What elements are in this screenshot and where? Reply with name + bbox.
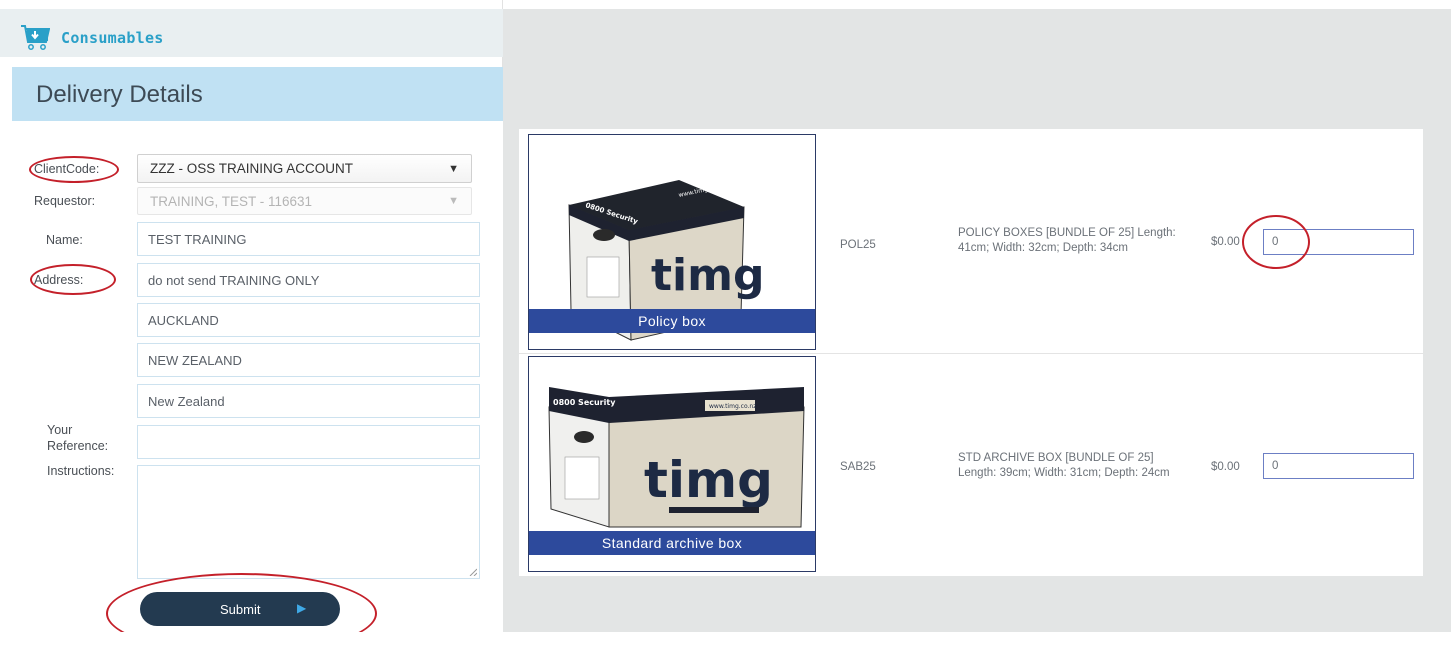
app-header: Consumables xyxy=(0,9,503,57)
instructions-textarea[interactable] xyxy=(137,465,480,579)
name-field[interactable]: TEST TRAINING xyxy=(137,222,480,256)
quantity-value: 0 xyxy=(1272,460,1279,472)
product-description: POLICY BOXES [BUNDLE OF 25] Length: 41cm… xyxy=(958,227,1176,254)
product-caption: Policy box xyxy=(529,309,815,333)
delivery-panel: Consumables Delivery Details ClientCode:… xyxy=(0,0,503,632)
product-code: SAB25 xyxy=(840,461,876,473)
your-reference-label-line2: Reference: xyxy=(47,439,109,453)
name-label: Name: xyxy=(46,233,83,247)
address-line-4-field[interactable]: New Zealand xyxy=(137,384,480,418)
delivery-form: ClientCode: ZZZ - OSS TRAINING ACCOUNT ▼… xyxy=(12,121,503,632)
submit-label: Submit xyxy=(220,602,261,617)
client-code-value: ZZZ - OSS TRAINING ACCOUNT xyxy=(150,161,354,176)
requestor-value: TRAINING, TEST - 116631 xyxy=(150,193,313,209)
address-line-3-value: NEW ZEALAND xyxy=(148,352,242,368)
bottom-strip xyxy=(0,632,1451,655)
app-title: Consumables xyxy=(61,29,164,47)
quantity-value: 0 xyxy=(1272,236,1279,248)
product-row: 0800 Security www.timg.co.nz timg Standa… xyxy=(519,354,1423,577)
consumables-page: Consumables Delivery Details ClientCode:… xyxy=(0,0,1451,655)
product-description: STD ARCHIVE BOX [BUNDLE OF 25] Length: 3… xyxy=(958,452,1170,479)
address-line-1-field[interactable]: do not send TRAINING ONLY xyxy=(137,263,480,297)
chevron-down-icon: ▼ xyxy=(448,195,459,207)
product-code: POL25 xyxy=(840,239,876,251)
address-line-1-value: do not send TRAINING ONLY xyxy=(148,272,320,288)
name-value: TEST TRAINING xyxy=(148,231,247,247)
address-line-3-field[interactable]: NEW ZEALAND xyxy=(137,343,480,377)
client-code-select[interactable]: ZZZ - OSS TRAINING ACCOUNT ▼ xyxy=(137,154,472,183)
client-code-label: ClientCode: xyxy=(34,162,100,176)
address-line-2-field[interactable]: AUCKLAND xyxy=(137,303,480,337)
play-arrow-icon: ▶ xyxy=(297,601,307,615)
your-reference-label-line1: Your xyxy=(47,423,73,437)
box-website-text: www.timg.co.nz xyxy=(709,403,756,410)
product-price: $0.00 xyxy=(1211,461,1240,473)
delivery-details-banner: Delivery Details xyxy=(12,67,503,121)
product-caption: Standard archive box xyxy=(529,531,815,555)
product-table: 0800 Security www.timg.co.nz timg Policy… xyxy=(519,129,1423,576)
your-reference-field[interactable] xyxy=(137,425,480,459)
box-security-text: 0800 Security xyxy=(553,398,616,407)
submit-button[interactable]: Submit ▶ xyxy=(140,592,340,626)
address-label: Address: xyxy=(34,273,84,287)
chevron-down-icon: ▼ xyxy=(448,162,459,175)
product-image[interactable]: 0800 Security www.timg.co.nz timg Standa… xyxy=(528,356,816,572)
page-title: Delivery Details xyxy=(36,81,203,108)
box-brand-text: timg xyxy=(651,250,764,301)
address-line-4-value: New Zealand xyxy=(148,393,225,409)
requestor-label: Requestor: xyxy=(34,194,96,208)
requestor-select[interactable]: TRAINING, TEST - 116631 ▼ xyxy=(137,187,472,215)
product-price: $0.00 xyxy=(1211,236,1240,248)
resize-grip-icon[interactable] xyxy=(469,568,477,576)
quantity-input[interactable]: 0 xyxy=(1263,453,1414,479)
box-brand-text: timg xyxy=(644,451,773,509)
product-row: 0800 Security www.timg.co.nz timg Policy… xyxy=(519,129,1423,352)
instructions-label: Instructions: xyxy=(47,464,115,478)
cart-icon xyxy=(21,25,50,50)
address-line-2-value: AUCKLAND xyxy=(148,312,219,328)
quantity-input[interactable]: 0 xyxy=(1263,229,1414,255)
product-image[interactable]: 0800 Security www.timg.co.nz timg Policy… xyxy=(528,134,816,350)
